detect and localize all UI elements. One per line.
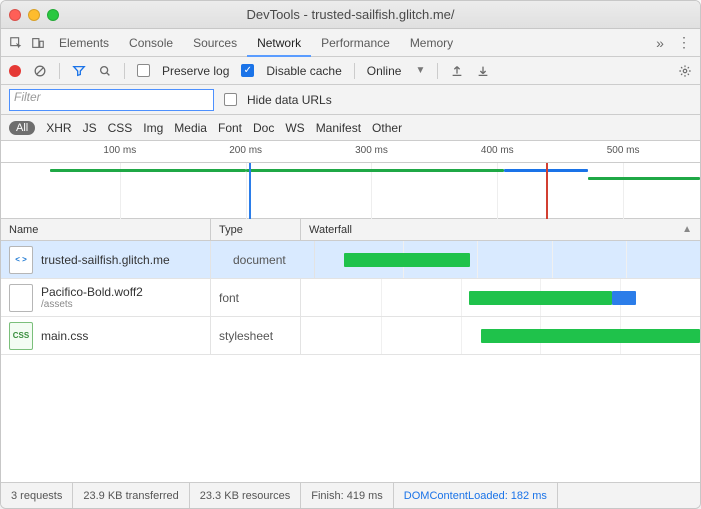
filter-icon[interactable] <box>72 64 86 78</box>
more-tabs-button[interactable]: » <box>648 35 672 51</box>
tab-network[interactable]: Network <box>247 29 311 57</box>
disable-cache-checkbox[interactable]: ✓ <box>241 64 254 77</box>
waterfall-bar <box>481 329 700 343</box>
status-bar: 3 requests 23.9 KB transferred 23.3 KB r… <box>1 482 700 508</box>
waterfall-bar <box>612 291 636 305</box>
waterfall-cell <box>329 241 700 278</box>
status-resources: 23.3 KB resources <box>190 483 302 508</box>
file-css-icon <box>9 322 33 350</box>
request-rows: trusted-sailfish.glitch.medocumentPacifi… <box>1 241 700 482</box>
request-name: Pacifico-Bold.woff2 <box>41 285 143 299</box>
titlebar: DevTools - trusted-sailfish.glitch.me/ <box>1 1 700 29</box>
divider <box>124 63 125 79</box>
file-doc-icon <box>9 246 33 274</box>
timeline-bar <box>50 169 246 172</box>
column-type[interactable]: Type <box>211 219 301 240</box>
type-filter-ws[interactable]: WS <box>285 121 304 135</box>
status-domcontentloaded: DOMContentLoaded: 182 ms <box>394 483 558 508</box>
throttling-select[interactable]: Online ▼ <box>367 64 426 78</box>
type-filter-xhr[interactable]: XHR <box>46 121 71 135</box>
request-type: stylesheet <box>211 317 301 354</box>
request-name: trusted-sailfish.glitch.me <box>41 253 170 267</box>
divider <box>59 63 60 79</box>
status-requests: 3 requests <box>1 483 73 508</box>
download-har-icon[interactable] <box>476 64 490 78</box>
divider <box>354 63 355 79</box>
timeline-overview[interactable]: 100 ms 200 ms 300 ms 400 ms 500 ms <box>1 141 700 219</box>
sort-arrow-icon: ▲ <box>682 224 692 235</box>
timeline-bar <box>246 169 505 172</box>
file-blank-icon <box>9 284 33 312</box>
timeline-tick: 500 ms <box>607 145 640 156</box>
inspect-element-icon[interactable] <box>5 36 27 50</box>
devtools-window: DevTools - trusted-sailfish.glitch.me/ E… <box>0 0 701 509</box>
settings-gear-icon[interactable] <box>678 64 692 78</box>
hide-data-urls-checkbox[interactable] <box>224 93 237 106</box>
timeline-marker <box>546 163 548 219</box>
clear-icon[interactable] <box>33 64 47 78</box>
type-filter-css[interactable]: CSS <box>108 121 133 135</box>
table-header: Name Type Waterfall▲ <box>1 219 700 241</box>
tab-console[interactable]: Console <box>119 29 183 57</box>
request-type: font <box>211 279 301 316</box>
type-filter-font[interactable]: Font <box>218 121 242 135</box>
column-waterfall[interactable]: Waterfall▲ <box>301 219 700 240</box>
throttling-value: Online <box>367 64 402 78</box>
timeline-tick: 200 ms <box>229 145 262 156</box>
tab-elements[interactable]: Elements <box>49 29 119 57</box>
device-toolbar-icon[interactable] <box>27 36 49 50</box>
type-filter-js[interactable]: JS <box>83 121 97 135</box>
timeline-tick: 300 ms <box>355 145 388 156</box>
waterfall-bar <box>469 291 613 305</box>
waterfall-cell <box>301 279 700 316</box>
panel-tabbar: ElementsConsoleSourcesNetworkPerformance… <box>1 29 700 57</box>
request-name: main.css <box>41 329 88 343</box>
timeline-tick: 400 ms <box>481 145 514 156</box>
upload-har-icon[interactable] <box>450 64 464 78</box>
request-row[interactable]: Pacifico-Bold.woff2/assets font <box>1 279 700 317</box>
hide-data-urls-label: Hide data URLs <box>247 93 332 107</box>
tab-memory[interactable]: Memory <box>400 29 463 57</box>
filter-bar: Filter Hide data URLs <box>1 85 700 115</box>
timeline-tick: 100 ms <box>103 145 136 156</box>
type-filter-img[interactable]: Img <box>143 121 163 135</box>
status-finish: Finish: 419 ms <box>301 483 394 508</box>
request-path: /assets <box>41 299 143 310</box>
preserve-log-checkbox[interactable] <box>137 64 150 77</box>
search-icon[interactable] <box>98 64 112 78</box>
tab-sources[interactable]: Sources <box>183 29 247 57</box>
disable-cache-label: Disable cache <box>266 64 341 78</box>
divider <box>437 63 438 79</box>
window-title: DevTools - trusted-sailfish.glitch.me/ <box>1 7 700 22</box>
status-transferred: 23.9 KB transferred <box>73 483 189 508</box>
type-filter-manifest[interactable]: Manifest <box>316 121 361 135</box>
network-toolbar: Preserve log ✓ Disable cache Online ▼ <box>1 57 700 85</box>
waterfall-cell <box>301 317 700 354</box>
tab-performance[interactable]: Performance <box>311 29 400 57</box>
type-filter-all[interactable]: All <box>9 121 35 135</box>
timeline-ruler: 100 ms 200 ms 300 ms 400 ms 500 ms <box>1 141 700 163</box>
request-row[interactable]: trusted-sailfish.glitch.me document <box>1 241 700 279</box>
timeline-marker <box>249 163 251 219</box>
request-row[interactable]: main.css stylesheet <box>1 317 700 355</box>
kebab-menu-button[interactable]: ⋮ <box>672 34 696 51</box>
record-button[interactable] <box>9 65 21 77</box>
filter-input[interactable]: Filter <box>9 89 214 111</box>
type-filter-row: All XHR JS CSS Img Media Font Doc WS Manifest Othe… <box>1 115 700 141</box>
preserve-log-label: Preserve log <box>162 64 229 78</box>
timeline-body <box>1 163 700 219</box>
type-filter-media[interactable]: Media <box>174 121 207 135</box>
column-name[interactable]: Name <box>1 219 211 240</box>
waterfall-bar <box>344 253 470 267</box>
request-type: document <box>225 241 315 278</box>
type-filter-other[interactable]: Other <box>372 121 402 135</box>
type-filter-doc[interactable]: Doc <box>253 121 274 135</box>
chevron-down-icon: ▼ <box>415 65 425 76</box>
timeline-bar <box>588 177 700 180</box>
